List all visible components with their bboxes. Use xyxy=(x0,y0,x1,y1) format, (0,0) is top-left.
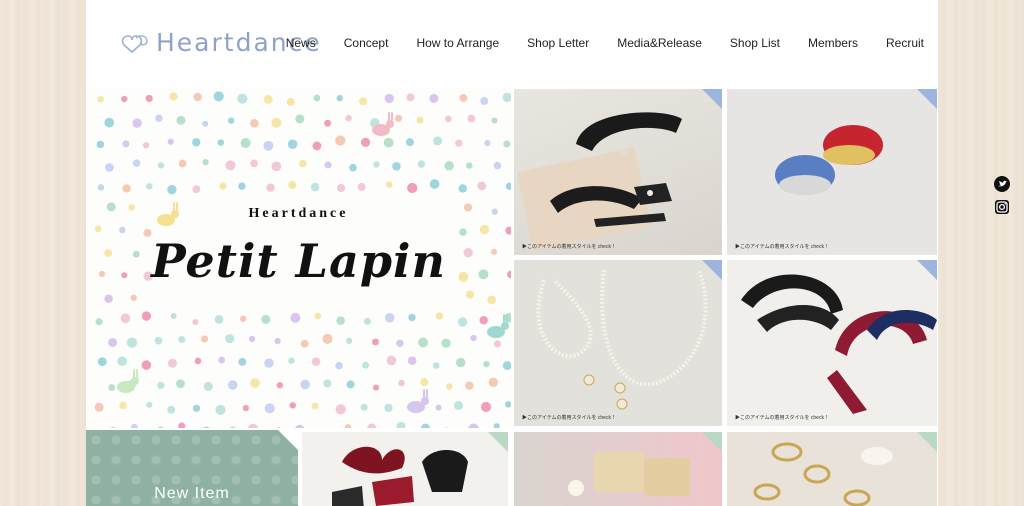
product-image xyxy=(753,442,893,506)
nav-how-to-arrange[interactable]: How to Arrange xyxy=(402,36,513,50)
tile-caption[interactable]: ▶このアイテムの着用スタイルを check ！ xyxy=(522,243,617,250)
product-tile-hair-accessories[interactable]: ▶このアイテムの着用スタイルを check ！ xyxy=(514,89,722,255)
product-tile-gold-rings[interactable] xyxy=(727,432,937,506)
corner-badge xyxy=(702,89,722,109)
hero-banner[interactable]: Heartdance Petit Lapin xyxy=(86,88,511,428)
corner-badge xyxy=(917,260,937,280)
heart-icon xyxy=(121,34,148,53)
nav-media-release[interactable]: Media&Release xyxy=(603,36,716,50)
product-image xyxy=(517,112,682,250)
product-tile-necklaces[interactable]: ▶このアイテムの着用スタイルを check ！ xyxy=(514,260,722,426)
product-tile-hair-combs[interactable] xyxy=(514,432,722,506)
hero-brand: Heartdance xyxy=(248,206,349,221)
product-image xyxy=(775,125,883,195)
corner-badge xyxy=(278,430,298,450)
new-item-label: New Item xyxy=(154,485,230,502)
corner-badge xyxy=(488,432,508,452)
product-tile-hair-ties[interactable] xyxy=(302,432,508,506)
tile-caption[interactable]: ▶このアイテムの着用スタイルを check ！ xyxy=(522,414,617,421)
page: Heartdance News Concept How to Arrange S… xyxy=(86,0,938,506)
left-background xyxy=(0,0,86,506)
nav-concept[interactable]: Concept xyxy=(330,36,403,50)
twitter-icon[interactable] xyxy=(994,176,1012,194)
corner-badge xyxy=(917,432,937,452)
product-image xyxy=(568,452,690,496)
tile-caption[interactable]: ▶このアイテムの着用スタイルを check ！ xyxy=(735,414,830,421)
product-tile-rings[interactable]: ▶このアイテムの着用スタイルを check ！ xyxy=(727,89,937,255)
header: Heartdance News Concept How to Arrange S… xyxy=(86,0,938,88)
hero-title: Petit Lapin xyxy=(151,234,446,288)
nav-recruit[interactable]: Recruit xyxy=(872,36,924,50)
product-image xyxy=(536,269,708,410)
nav-news[interactable]: News xyxy=(272,36,330,50)
product-image xyxy=(741,274,937,414)
corner-badge xyxy=(917,89,937,109)
corner-badge xyxy=(702,432,722,452)
corner-badge xyxy=(702,260,722,280)
main-nav: News Concept How to Arrange Shop Letter … xyxy=(272,36,924,50)
new-item-tile[interactable]: New Item xyxy=(86,430,298,506)
nav-shop-letter[interactable]: Shop Letter xyxy=(513,36,603,50)
tile-caption[interactable]: ▶このアイテムの着用スタイルを check ！ xyxy=(735,243,830,250)
instagram-icon[interactable] xyxy=(994,199,1012,217)
product-image xyxy=(332,446,468,506)
right-background xyxy=(938,0,1024,506)
nav-shop-list[interactable]: Shop List xyxy=(716,36,794,50)
nav-members[interactable]: Members xyxy=(794,36,872,50)
product-tile-headbands[interactable]: ▶このアイテムの着用スタイルを check ！ xyxy=(727,260,937,426)
